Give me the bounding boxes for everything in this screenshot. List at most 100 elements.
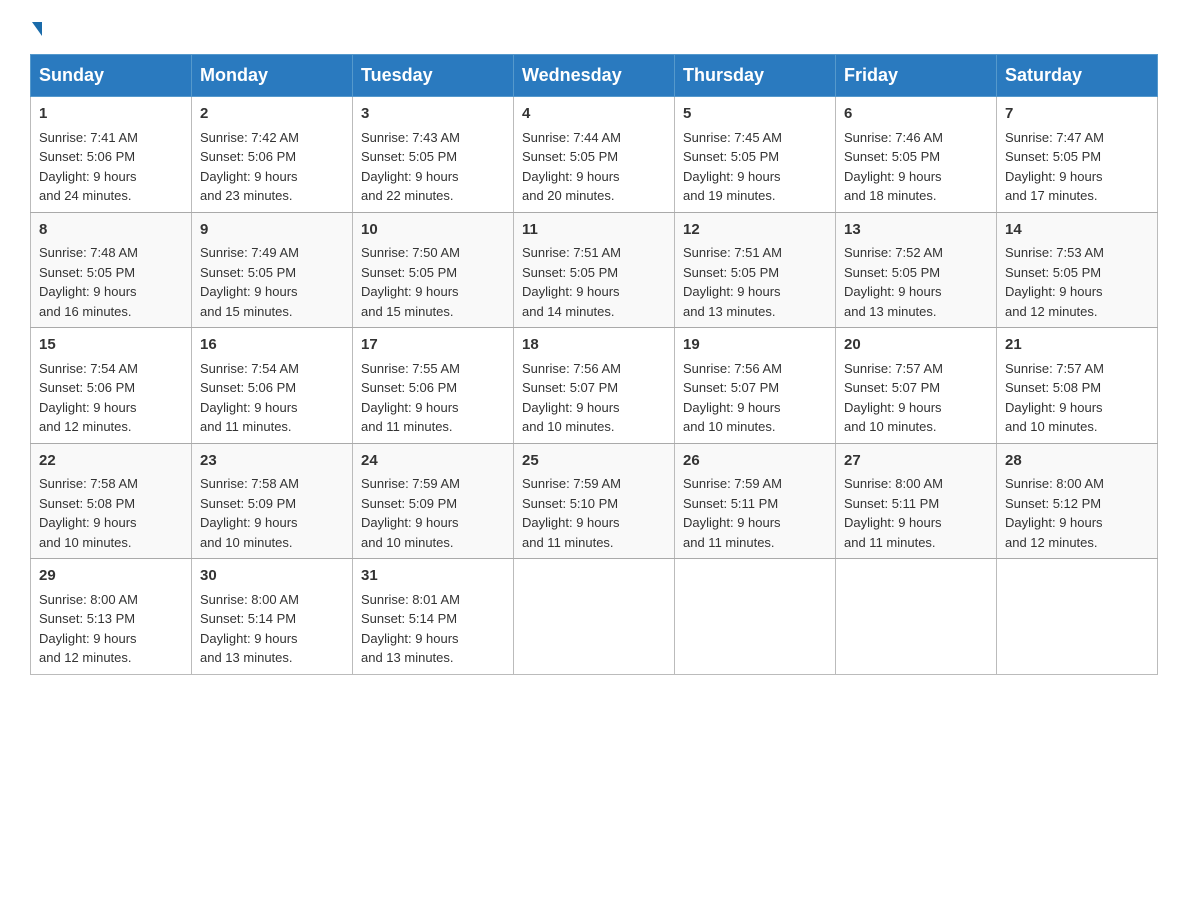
day-detail: Sunrise: 7:51 AMSunset: 5:05 PMDaylight:… xyxy=(683,245,782,319)
day-number: 12 xyxy=(683,219,827,242)
day-number: 8 xyxy=(39,219,183,242)
day-number: 19 xyxy=(683,334,827,357)
day-detail: Sunrise: 7:57 AMSunset: 5:07 PMDaylight:… xyxy=(844,361,943,435)
calendar-cell: 21 Sunrise: 7:57 AMSunset: 5:08 PMDaylig… xyxy=(997,328,1158,444)
calendar-cell: 3 Sunrise: 7:43 AMSunset: 5:05 PMDayligh… xyxy=(353,97,514,213)
calendar-cell: 4 Sunrise: 7:44 AMSunset: 5:05 PMDayligh… xyxy=(514,97,675,213)
day-detail: Sunrise: 7:59 AMSunset: 5:11 PMDaylight:… xyxy=(683,476,782,550)
day-detail: Sunrise: 7:44 AMSunset: 5:05 PMDaylight:… xyxy=(522,130,621,204)
day-number: 6 xyxy=(844,103,988,126)
calendar-week-row: 1 Sunrise: 7:41 AMSunset: 5:06 PMDayligh… xyxy=(31,97,1158,213)
day-detail: Sunrise: 7:50 AMSunset: 5:05 PMDaylight:… xyxy=(361,245,460,319)
day-detail: Sunrise: 7:43 AMSunset: 5:05 PMDaylight:… xyxy=(361,130,460,204)
day-number: 20 xyxy=(844,334,988,357)
day-number: 30 xyxy=(200,565,344,588)
day-detail: Sunrise: 7:54 AMSunset: 5:06 PMDaylight:… xyxy=(39,361,138,435)
column-header-saturday: Saturday xyxy=(997,55,1158,97)
calendar-cell: 1 Sunrise: 7:41 AMSunset: 5:06 PMDayligh… xyxy=(31,97,192,213)
logo xyxy=(30,20,42,34)
calendar-cell: 31 Sunrise: 8:01 AMSunset: 5:14 PMDaylig… xyxy=(353,559,514,675)
day-number: 2 xyxy=(200,103,344,126)
calendar-cell xyxy=(675,559,836,675)
calendar-cell: 12 Sunrise: 7:51 AMSunset: 5:05 PMDaylig… xyxy=(675,212,836,328)
day-detail: Sunrise: 7:58 AMSunset: 5:09 PMDaylight:… xyxy=(200,476,299,550)
day-number: 29 xyxy=(39,565,183,588)
calendar-cell: 10 Sunrise: 7:50 AMSunset: 5:05 PMDaylig… xyxy=(353,212,514,328)
day-number: 15 xyxy=(39,334,183,357)
day-number: 27 xyxy=(844,450,988,473)
logo-arrow-icon xyxy=(32,22,42,36)
calendar-cell: 30 Sunrise: 8:00 AMSunset: 5:14 PMDaylig… xyxy=(192,559,353,675)
day-number: 25 xyxy=(522,450,666,473)
day-detail: Sunrise: 7:48 AMSunset: 5:05 PMDaylight:… xyxy=(39,245,138,319)
day-number: 22 xyxy=(39,450,183,473)
day-number: 23 xyxy=(200,450,344,473)
calendar-week-row: 8 Sunrise: 7:48 AMSunset: 5:05 PMDayligh… xyxy=(31,212,1158,328)
day-number: 3 xyxy=(361,103,505,126)
calendar-cell: 9 Sunrise: 7:49 AMSunset: 5:05 PMDayligh… xyxy=(192,212,353,328)
day-number: 16 xyxy=(200,334,344,357)
day-number: 28 xyxy=(1005,450,1149,473)
calendar-cell: 18 Sunrise: 7:56 AMSunset: 5:07 PMDaylig… xyxy=(514,328,675,444)
calendar-week-row: 15 Sunrise: 7:54 AMSunset: 5:06 PMDaylig… xyxy=(31,328,1158,444)
day-number: 1 xyxy=(39,103,183,126)
day-number: 17 xyxy=(361,334,505,357)
column-header-monday: Monday xyxy=(192,55,353,97)
page-header xyxy=(30,20,1158,34)
day-detail: Sunrise: 7:56 AMSunset: 5:07 PMDaylight:… xyxy=(522,361,621,435)
day-detail: Sunrise: 7:42 AMSunset: 5:06 PMDaylight:… xyxy=(200,130,299,204)
calendar-cell xyxy=(514,559,675,675)
day-detail: Sunrise: 7:47 AMSunset: 5:05 PMDaylight:… xyxy=(1005,130,1104,204)
calendar-cell xyxy=(836,559,997,675)
calendar-week-row: 29 Sunrise: 8:00 AMSunset: 5:13 PMDaylig… xyxy=(31,559,1158,675)
calendar-table: SundayMondayTuesdayWednesdayThursdayFrid… xyxy=(30,54,1158,675)
calendar-cell: 22 Sunrise: 7:58 AMSunset: 5:08 PMDaylig… xyxy=(31,443,192,559)
calendar-cell: 16 Sunrise: 7:54 AMSunset: 5:06 PMDaylig… xyxy=(192,328,353,444)
day-number: 24 xyxy=(361,450,505,473)
calendar-cell: 13 Sunrise: 7:52 AMSunset: 5:05 PMDaylig… xyxy=(836,212,997,328)
day-number: 10 xyxy=(361,219,505,242)
calendar-cell: 29 Sunrise: 8:00 AMSunset: 5:13 PMDaylig… xyxy=(31,559,192,675)
day-detail: Sunrise: 8:00 AMSunset: 5:12 PMDaylight:… xyxy=(1005,476,1104,550)
day-detail: Sunrise: 7:54 AMSunset: 5:06 PMDaylight:… xyxy=(200,361,299,435)
column-header-tuesday: Tuesday xyxy=(353,55,514,97)
calendar-cell: 28 Sunrise: 8:00 AMSunset: 5:12 PMDaylig… xyxy=(997,443,1158,559)
calendar-cell: 11 Sunrise: 7:51 AMSunset: 5:05 PMDaylig… xyxy=(514,212,675,328)
day-detail: Sunrise: 7:55 AMSunset: 5:06 PMDaylight:… xyxy=(361,361,460,435)
day-detail: Sunrise: 7:49 AMSunset: 5:05 PMDaylight:… xyxy=(200,245,299,319)
day-detail: Sunrise: 7:57 AMSunset: 5:08 PMDaylight:… xyxy=(1005,361,1104,435)
calendar-cell: 2 Sunrise: 7:42 AMSunset: 5:06 PMDayligh… xyxy=(192,97,353,213)
calendar-cell: 24 Sunrise: 7:59 AMSunset: 5:09 PMDaylig… xyxy=(353,443,514,559)
calendar-cell: 27 Sunrise: 8:00 AMSunset: 5:11 PMDaylig… xyxy=(836,443,997,559)
calendar-cell: 20 Sunrise: 7:57 AMSunset: 5:07 PMDaylig… xyxy=(836,328,997,444)
calendar-cell: 25 Sunrise: 7:59 AMSunset: 5:10 PMDaylig… xyxy=(514,443,675,559)
day-detail: Sunrise: 7:45 AMSunset: 5:05 PMDaylight:… xyxy=(683,130,782,204)
day-detail: Sunrise: 8:00 AMSunset: 5:13 PMDaylight:… xyxy=(39,592,138,666)
calendar-cell xyxy=(997,559,1158,675)
day-detail: Sunrise: 7:52 AMSunset: 5:05 PMDaylight:… xyxy=(844,245,943,319)
day-number: 9 xyxy=(200,219,344,242)
column-header-thursday: Thursday xyxy=(675,55,836,97)
day-detail: Sunrise: 7:46 AMSunset: 5:05 PMDaylight:… xyxy=(844,130,943,204)
day-number: 5 xyxy=(683,103,827,126)
day-number: 14 xyxy=(1005,219,1149,242)
day-number: 4 xyxy=(522,103,666,126)
calendar-cell: 17 Sunrise: 7:55 AMSunset: 5:06 PMDaylig… xyxy=(353,328,514,444)
day-detail: Sunrise: 8:01 AMSunset: 5:14 PMDaylight:… xyxy=(361,592,460,666)
calendar-cell: 7 Sunrise: 7:47 AMSunset: 5:05 PMDayligh… xyxy=(997,97,1158,213)
calendar-cell: 19 Sunrise: 7:56 AMSunset: 5:07 PMDaylig… xyxy=(675,328,836,444)
day-detail: Sunrise: 7:59 AMSunset: 5:09 PMDaylight:… xyxy=(361,476,460,550)
day-detail: Sunrise: 7:58 AMSunset: 5:08 PMDaylight:… xyxy=(39,476,138,550)
day-detail: Sunrise: 7:53 AMSunset: 5:05 PMDaylight:… xyxy=(1005,245,1104,319)
day-detail: Sunrise: 7:51 AMSunset: 5:05 PMDaylight:… xyxy=(522,245,621,319)
day-number: 31 xyxy=(361,565,505,588)
calendar-week-row: 22 Sunrise: 7:58 AMSunset: 5:08 PMDaylig… xyxy=(31,443,1158,559)
calendar-cell: 26 Sunrise: 7:59 AMSunset: 5:11 PMDaylig… xyxy=(675,443,836,559)
calendar-cell: 8 Sunrise: 7:48 AMSunset: 5:05 PMDayligh… xyxy=(31,212,192,328)
day-number: 26 xyxy=(683,450,827,473)
calendar-cell: 15 Sunrise: 7:54 AMSunset: 5:06 PMDaylig… xyxy=(31,328,192,444)
calendar-cell: 6 Sunrise: 7:46 AMSunset: 5:05 PMDayligh… xyxy=(836,97,997,213)
day-number: 18 xyxy=(522,334,666,357)
day-number: 21 xyxy=(1005,334,1149,357)
day-detail: Sunrise: 7:56 AMSunset: 5:07 PMDaylight:… xyxy=(683,361,782,435)
